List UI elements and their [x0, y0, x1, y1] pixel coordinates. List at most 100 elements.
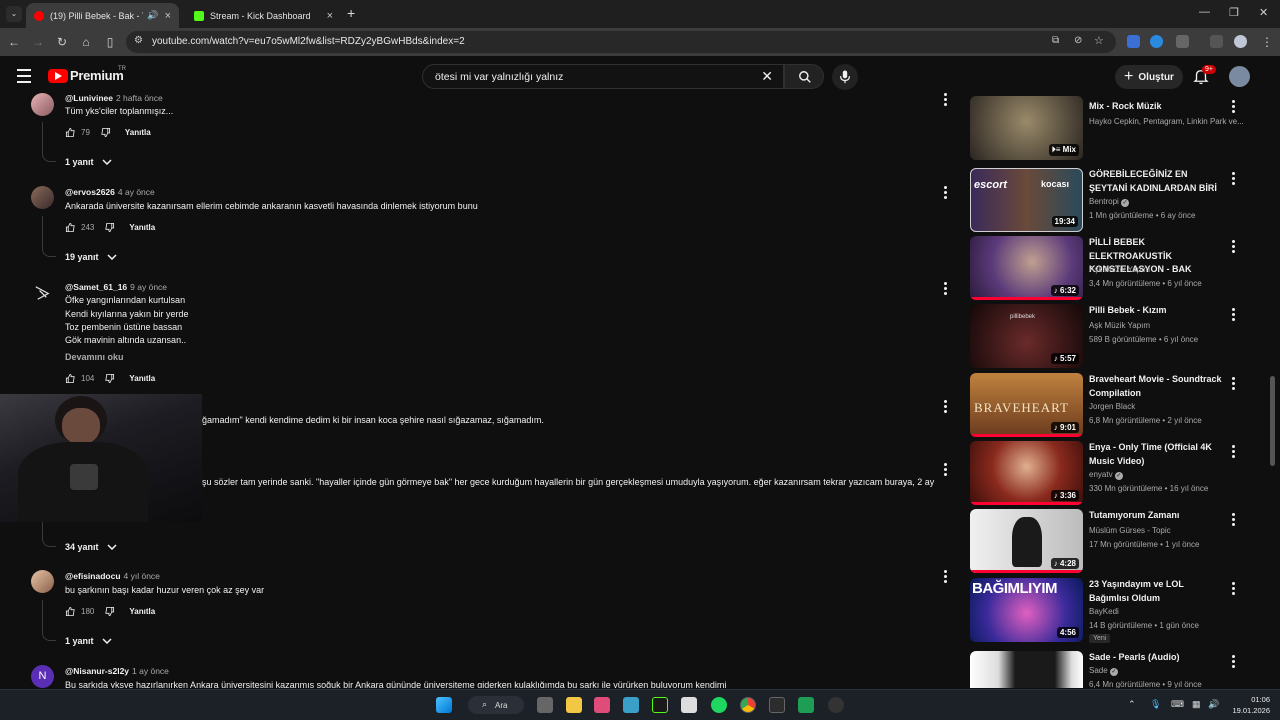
comment-avatar[interactable] — [31, 282, 54, 305]
tab-close-icon[interactable]: × — [165, 10, 171, 22]
reading-list-icon[interactable] — [1210, 35, 1223, 48]
clear-search-icon[interactable]: ✕ — [761, 68, 773, 85]
show-replies-button[interactable]: 34 yanıt — [65, 542, 117, 552]
page-scrollbar[interactable] — [1270, 376, 1275, 466]
home-icon[interactable]: ⌂ — [78, 34, 94, 50]
channel-name[interactable]: Müslüm Gürses - Topic — [1089, 526, 1171, 535]
show-replies-button[interactable]: 1 yanıt — [65, 636, 112, 646]
install-icon[interactable]: ⧉ — [1052, 35, 1059, 46]
show-replies-button[interactable]: 19 yanıt — [65, 252, 117, 262]
video-title[interactable]: Pilli Bebek - Kızım — [1089, 304, 1225, 318]
video-thumbnail[interactable]: BRAVEHEART ♪ 9:01 — [970, 373, 1083, 437]
recommendation-item[interactable]: ⏵≡ Mix Mix - Rock Müzik Hayko Cepkin, Pe… — [970, 96, 1260, 160]
channel-name[interactable]: Aşk Müzik Yapım — [1089, 265, 1150, 274]
channel-name[interactable]: Sade ✓ — [1089, 666, 1118, 676]
reply-button[interactable]: Yanıtla — [129, 374, 155, 383]
recommendation-item[interactable]: escort kocası 19:34 GÖREBİLECEĞİNİZ EN Ş… — [970, 168, 1260, 232]
like-icon[interactable] — [65, 222, 76, 233]
volume-icon[interactable]: 🔊 — [1208, 699, 1219, 710]
channel-name[interactable]: Jorgen Black — [1089, 402, 1135, 411]
bookmark-star-icon[interactable]: ☆ — [1094, 34, 1104, 47]
comment-menu-icon[interactable] — [944, 282, 948, 297]
reply-button[interactable]: Yanıtla — [129, 223, 155, 232]
keyboard-icon[interactable]: ⌨ — [1171, 699, 1184, 710]
recommendation-item[interactable]: Sade - Pearls (Audio) Sade ✓ 6,4 Mn görü… — [970, 651, 1260, 688]
dislike-icon[interactable] — [104, 222, 115, 233]
video-title[interactable]: 23 Yaşındayım ve LOL Bağımlısı Oldum — [1089, 578, 1225, 605]
reload-icon[interactable]: ↻ — [54, 34, 70, 50]
video-title[interactable]: Enya - Only Time (Official 4K Music Vide… — [1089, 441, 1225, 468]
like-icon[interactable] — [65, 606, 76, 617]
video-thumbnail[interactable]: pillibebek ♪ 5:57 — [970, 304, 1083, 368]
tab-close-icon[interactable]: × — [327, 10, 333, 22]
video-title[interactable]: Sade - Pearls (Audio) — [1089, 651, 1225, 665]
search-button[interactable] — [784, 64, 824, 89]
video-menu-icon[interactable] — [1232, 240, 1236, 255]
recommendation-item[interactable]: pillibebek ♪ 5:57 Pilli Bebek - Kızım Aş… — [970, 304, 1260, 368]
start-windows-icon[interactable] — [436, 697, 452, 713]
terminal-icon[interactable] — [769, 697, 785, 713]
video-title[interactable]: Mix - Rock Müzik — [1089, 100, 1225, 114]
comment-author[interactable]: @Nisanur-s2l2y 1 ay önce — [65, 666, 169, 676]
channel-name[interactable]: BayKedi — [1089, 607, 1119, 616]
app-icon[interactable] — [623, 697, 639, 713]
obs-icon[interactable] — [828, 697, 844, 713]
network-icon[interactable]: ▦ — [1192, 699, 1201, 710]
video-menu-icon[interactable] — [1232, 377, 1236, 392]
video-thumbnail[interactable] — [970, 651, 1083, 688]
recommendation-item[interactable]: ♪ 6:32 PİLLİ BEBEK ELEKTROAKUSTİK KONSTE… — [970, 236, 1260, 300]
comment-menu-icon[interactable] — [944, 400, 948, 415]
recommendation-item[interactable]: ♪ 4:28 Tutamıyorum Zamanı Müslüm Gürses … — [970, 509, 1260, 573]
video-menu-icon[interactable] — [1232, 582, 1236, 597]
comment-author[interactable]: @efisinadocu 4 yıl önce — [65, 571, 160, 581]
youtube-logo-icon[interactable] — [48, 69, 68, 83]
video-title[interactable]: GÖREBİLECEĞİNİZ EN ŞEYTANİ KADINLARDAN B… — [1089, 168, 1225, 195]
comment-author[interactable]: @Lunivinee 2 hafta önce — [65, 93, 163, 103]
video-menu-icon[interactable] — [1232, 513, 1236, 528]
voice-search-button[interactable] — [832, 64, 858, 90]
comment-avatar[interactable] — [31, 186, 54, 209]
brand-name[interactable]: Premium — [70, 68, 124, 83]
video-menu-icon[interactable] — [1232, 100, 1236, 115]
channel-name[interactable]: Bentropi ✓ — [1089, 197, 1130, 207]
comment-menu-icon[interactable] — [944, 570, 948, 585]
comment-menu-icon[interactable] — [944, 186, 948, 201]
account-avatar[interactable] — [1229, 66, 1250, 87]
snipping-tool-icon[interactable] — [594, 697, 610, 713]
video-title[interactable]: Braveheart Movie - Soundtrack Compilatio… — [1089, 373, 1225, 400]
app-icon[interactable] — [798, 697, 814, 713]
site-info-icon[interactable]: ⚙ — [134, 35, 143, 46]
like-icon[interactable] — [65, 127, 76, 138]
tracking-icon[interactable]: ⊘ — [1074, 35, 1082, 46]
reply-button[interactable]: Yanıtla — [129, 607, 155, 616]
video-thumbnail[interactable]: ♪ 4:28 — [970, 509, 1083, 573]
comment-menu-icon[interactable] — [944, 463, 948, 478]
channel-name[interactable]: enyatv ✓ — [1089, 470, 1123, 480]
video-menu-icon[interactable] — [1232, 172, 1236, 187]
tab-list-dropdown-icon[interactable]: ⌄ — [6, 6, 22, 22]
recommendation-item[interactable]: ♪ 3:36 Enya - Only Time (Official 4K Mus… — [970, 441, 1260, 505]
taskbar-search[interactable]: ⌕ Ara — [468, 696, 524, 714]
recommendation-item[interactable]: BAĞIMLIYIM 4:56 23 Yaşındayım ve LOL Bağ… — [970, 578, 1260, 643]
video-thumbnail[interactable]: BAĞIMLIYIM 4:56 — [970, 578, 1083, 642]
recommendation-item[interactable]: BRAVEHEART ♪ 9:01 Braveheart Movie - Sou… — [970, 373, 1260, 437]
video-thumbnail[interactable]: ♪ 3:36 — [970, 441, 1083, 505]
read-more-link[interactable]: Devamını oku — [65, 352, 124, 362]
comment-avatar[interactable]: N — [31, 665, 54, 688]
video-menu-icon[interactable] — [1232, 308, 1236, 323]
video-thumbnail[interactable]: ♪ 6:32 — [970, 236, 1083, 300]
dislike-icon[interactable] — [104, 373, 115, 384]
comment-avatar[interactable] — [31, 570, 54, 593]
browser-menu-icon[interactable]: ⋮ — [1259, 34, 1275, 50]
extension-icon[interactable] — [1150, 35, 1163, 48]
comment-menu-icon[interactable] — [944, 93, 948, 108]
split-view-icon[interactable]: ▯ — [102, 34, 118, 50]
new-tab-icon[interactable]: + — [347, 5, 355, 21]
translate-extension-icon[interactable] — [1127, 35, 1140, 48]
comment-author[interactable]: @Samet_61_16 9 ay önce — [65, 282, 167, 292]
channel-name[interactable]: Hayko Cepkin, Pentagram, Linkin Park ve.… — [1089, 117, 1244, 126]
tray-mic-icon[interactable]: 🎙 — [1150, 699, 1161, 710]
dislike-icon[interactable] — [104, 606, 115, 617]
reply-button[interactable]: Yanıtla — [125, 128, 151, 137]
dislike-icon[interactable] — [100, 127, 111, 138]
